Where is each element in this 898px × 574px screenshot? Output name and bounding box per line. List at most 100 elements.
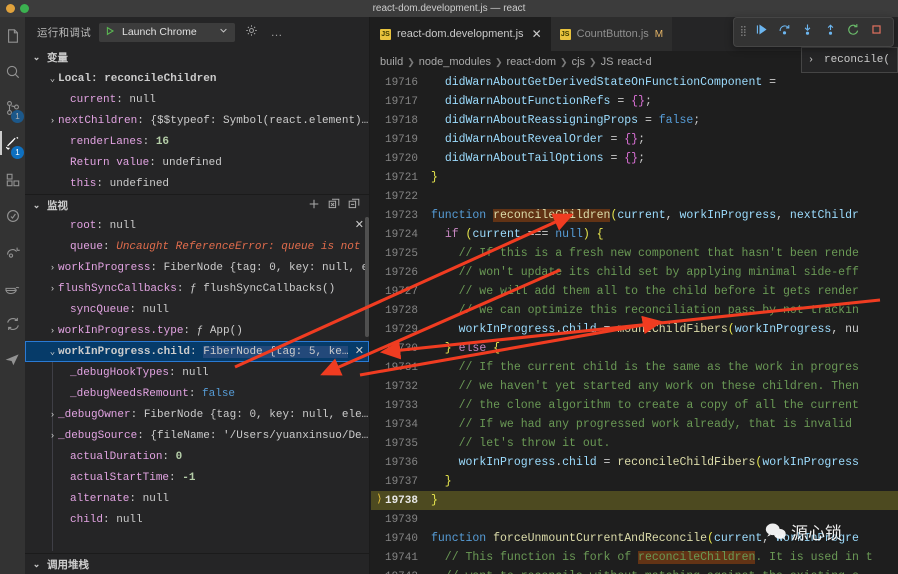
- code-line[interactable]: 19728 // we can optimize this reconcilia…: [371, 301, 898, 320]
- section-header-watch[interactable]: ⌄ 监视: [25, 194, 369, 215]
- debug-settings-button[interactable]: [243, 24, 260, 41]
- watch-row[interactable]: queue: Uncaught ReferenceError: queue is…: [25, 236, 369, 257]
- code-line[interactable]: 19719 didWarnAboutRevealOrder = {};: [371, 130, 898, 149]
- variables-scope-row[interactable]: ⌄ Local: reconcileChildren: [25, 68, 369, 89]
- activity-item-docker[interactable]: [0, 277, 25, 299]
- variable-row[interactable]: › nextChildren: {$$typeof: Symbol(react.…: [25, 110, 369, 131]
- launch-configuration-dropdown[interactable]: Launch Chrome: [99, 22, 235, 42]
- more-actions-button[interactable]: …: [268, 24, 285, 41]
- code-line[interactable]: 19732 // we haven't yet started any work…: [371, 377, 898, 396]
- remove-watch-icon[interactable]: ✕: [355, 341, 364, 362]
- activity-item-search[interactable]: [0, 61, 25, 83]
- watch-row[interactable]: actualDuration: 0: [25, 446, 369, 467]
- breadcrumb-item[interactable]: node_modules: [419, 56, 491, 68]
- code-line[interactable]: 19723 function reconcileChildren(current,…: [371, 206, 898, 225]
- remove-watch-icon[interactable]: ✕: [355, 215, 364, 236]
- step-over-button[interactable]: [774, 22, 795, 43]
- activity-item-testing[interactable]: [0, 205, 25, 227]
- debug-hover-widget[interactable]: › reconcile(: [800, 47, 898, 73]
- code-line[interactable]: 19718 didWarnAboutReassigningProps = fal…: [371, 111, 898, 130]
- activity-item-source-control[interactable]: 1: [0, 97, 25, 123]
- start-debugging-icon[interactable]: [105, 26, 115, 39]
- chevron-right-icon[interactable]: ›: [47, 116, 58, 126]
- code-line[interactable]: 19742 // want to reconcile without match…: [371, 567, 898, 574]
- code-line[interactable]: 19721}: [371, 168, 898, 187]
- close-icon[interactable]: ✕: [532, 27, 542, 41]
- code-line[interactable]: 19731 // If the current child is the sam…: [371, 358, 898, 377]
- watch-row[interactable]: syncQueue: null: [25, 299, 369, 320]
- collapse-all-button[interactable]: [345, 197, 362, 214]
- variable-row[interactable]: this: undefined: [25, 173, 369, 194]
- watch-row[interactable]: alternate: null: [25, 488, 369, 509]
- chevron-right-icon[interactable]: ›: [47, 284, 58, 294]
- code-line[interactable]: 19736 workInProgress.child = reconcileCh…: [371, 453, 898, 472]
- code-line[interactable]: 19734 // If we had any progressed work a…: [371, 415, 898, 434]
- code-line[interactable]: 19735 // let's throw it out.: [371, 434, 898, 453]
- section-label-watch: 监视: [47, 199, 68, 212]
- restart-button[interactable]: [843, 22, 864, 43]
- code-line[interactable]: 19729 workInProgress.child = mountChildF…: [371, 320, 898, 339]
- code-editor[interactable]: 19716 didWarnAboutGetDerivedStateOnFunct…: [371, 73, 898, 574]
- code-line[interactable]: 19724 if (current === null) {: [371, 225, 898, 244]
- breadcrumb-item[interactable]: react-d: [617, 56, 651, 68]
- step-out-button[interactable]: [820, 22, 841, 43]
- watch-row[interactable]: › flushSyncCallbacks: ƒ flushSyncCallbac…: [25, 278, 369, 299]
- drag-handle-icon[interactable]: ⣿: [740, 27, 747, 37]
- activity-item-explorer[interactable]: [0, 25, 25, 47]
- chevron-right-icon[interactable]: ›: [47, 263, 58, 273]
- code-line[interactable]: 19716 didWarnAboutGetDerivedStateOnFunct…: [371, 73, 898, 92]
- watch-row[interactable]: _debugHookTypes: null: [25, 362, 369, 383]
- variable-row[interactable]: current: null: [25, 89, 369, 110]
- code-line[interactable]: 19738} ⟩: [371, 491, 898, 510]
- activity-item-live-share[interactable]: [0, 349, 25, 371]
- chevron-down-icon[interactable]: [219, 26, 228, 38]
- stop-button[interactable]: [866, 22, 887, 43]
- watch-row[interactable]: root: null ✕: [25, 215, 369, 236]
- breadcrumb-item[interactable]: react-dom: [507, 56, 557, 68]
- section-header-variables[interactable]: ⌄ 变量: [25, 47, 369, 68]
- watch-row[interactable]: › _debugOwner: FiberNode {tag: 0, key: n…: [25, 404, 369, 425]
- breadcrumb-item[interactable]: cjs: [572, 56, 585, 68]
- continue-button[interactable]: [751, 22, 772, 43]
- activity-item-remote[interactable]: [0, 241, 25, 263]
- chevron-right-icon[interactable]: ›: [47, 410, 58, 420]
- watch-row-selected[interactable]: ⌄ workInProgress.child: FiberNode {tag: …: [25, 341, 369, 362]
- tab-countbutton[interactable]: JS CountButton.js M: [550, 17, 673, 51]
- maximize-button[interactable]: [20, 4, 29, 13]
- code-line[interactable]: 19727 // we will add them all to the chi…: [371, 282, 898, 301]
- code-line[interactable]: 19717 didWarnAboutFunctionRefs = {};: [371, 92, 898, 111]
- tab-react-dom-development[interactable]: JS react-dom.development.js ✕: [371, 17, 551, 51]
- chevron-right-icon[interactable]: ›: [805, 55, 817, 66]
- code-line[interactable]: 19737 }: [371, 472, 898, 491]
- code-line[interactable]: 19725 // If this is a fresh new componen…: [371, 244, 898, 263]
- watch-row[interactable]: › workInProgress: FiberNode {tag: 0, key…: [25, 257, 369, 278]
- chevron-down-icon[interactable]: ⌄: [47, 347, 58, 357]
- minimize-button[interactable]: [6, 4, 15, 13]
- code-line[interactable]: 19722: [371, 187, 898, 206]
- watch-row[interactable]: _debugNeedsRemount: false: [25, 383, 369, 404]
- watch-row[interactable]: › workInProgress.type: ƒ App(): [25, 320, 369, 341]
- code-line[interactable]: 19726 // won't update its child set by a…: [371, 263, 898, 282]
- code-line[interactable]: 19741 // This function is fork of reconc…: [371, 548, 898, 567]
- code-line[interactable]: 19720 didWarnAboutTailOptions = {};: [371, 149, 898, 168]
- chevron-right-icon[interactable]: ›: [47, 431, 58, 441]
- debug-toolbar[interactable]: ⣿: [732, 17, 894, 47]
- variable-row[interactable]: renderLanes: 16: [25, 131, 369, 152]
- activity-item-extensions[interactable]: [0, 169, 25, 191]
- add-expression-button[interactable]: [305, 197, 322, 214]
- variable-row[interactable]: Return value: undefined: [25, 152, 369, 173]
- step-into-button[interactable]: [797, 22, 818, 43]
- watch-row[interactable]: actualStartTime: -1: [25, 467, 369, 488]
- remove-all-expressions-button[interactable]: [325, 197, 342, 214]
- section-header-call-stack[interactable]: ⌄ 调用堆栈: [25, 553, 369, 574]
- activity-item-run-and-debug[interactable]: 1: [0, 131, 25, 159]
- activity-item-settings-sync[interactable]: [0, 313, 25, 335]
- code-line[interactable]: 19733 // the clone algorithm to create a…: [371, 396, 898, 415]
- chevron-right-icon[interactable]: ›: [47, 326, 58, 336]
- code-line[interactable]: 19730 } else {: [371, 339, 898, 358]
- breadcrumb-item[interactable]: build: [380, 56, 403, 68]
- watch-scrollbar-thumb[interactable]: [365, 217, 369, 337]
- traffic-light-buttons[interactable]: [6, 4, 29, 13]
- watch-row[interactable]: child: null: [25, 509, 369, 530]
- watch-row[interactable]: › _debugSource: {fileName: '/Users/yuanx…: [25, 425, 369, 446]
